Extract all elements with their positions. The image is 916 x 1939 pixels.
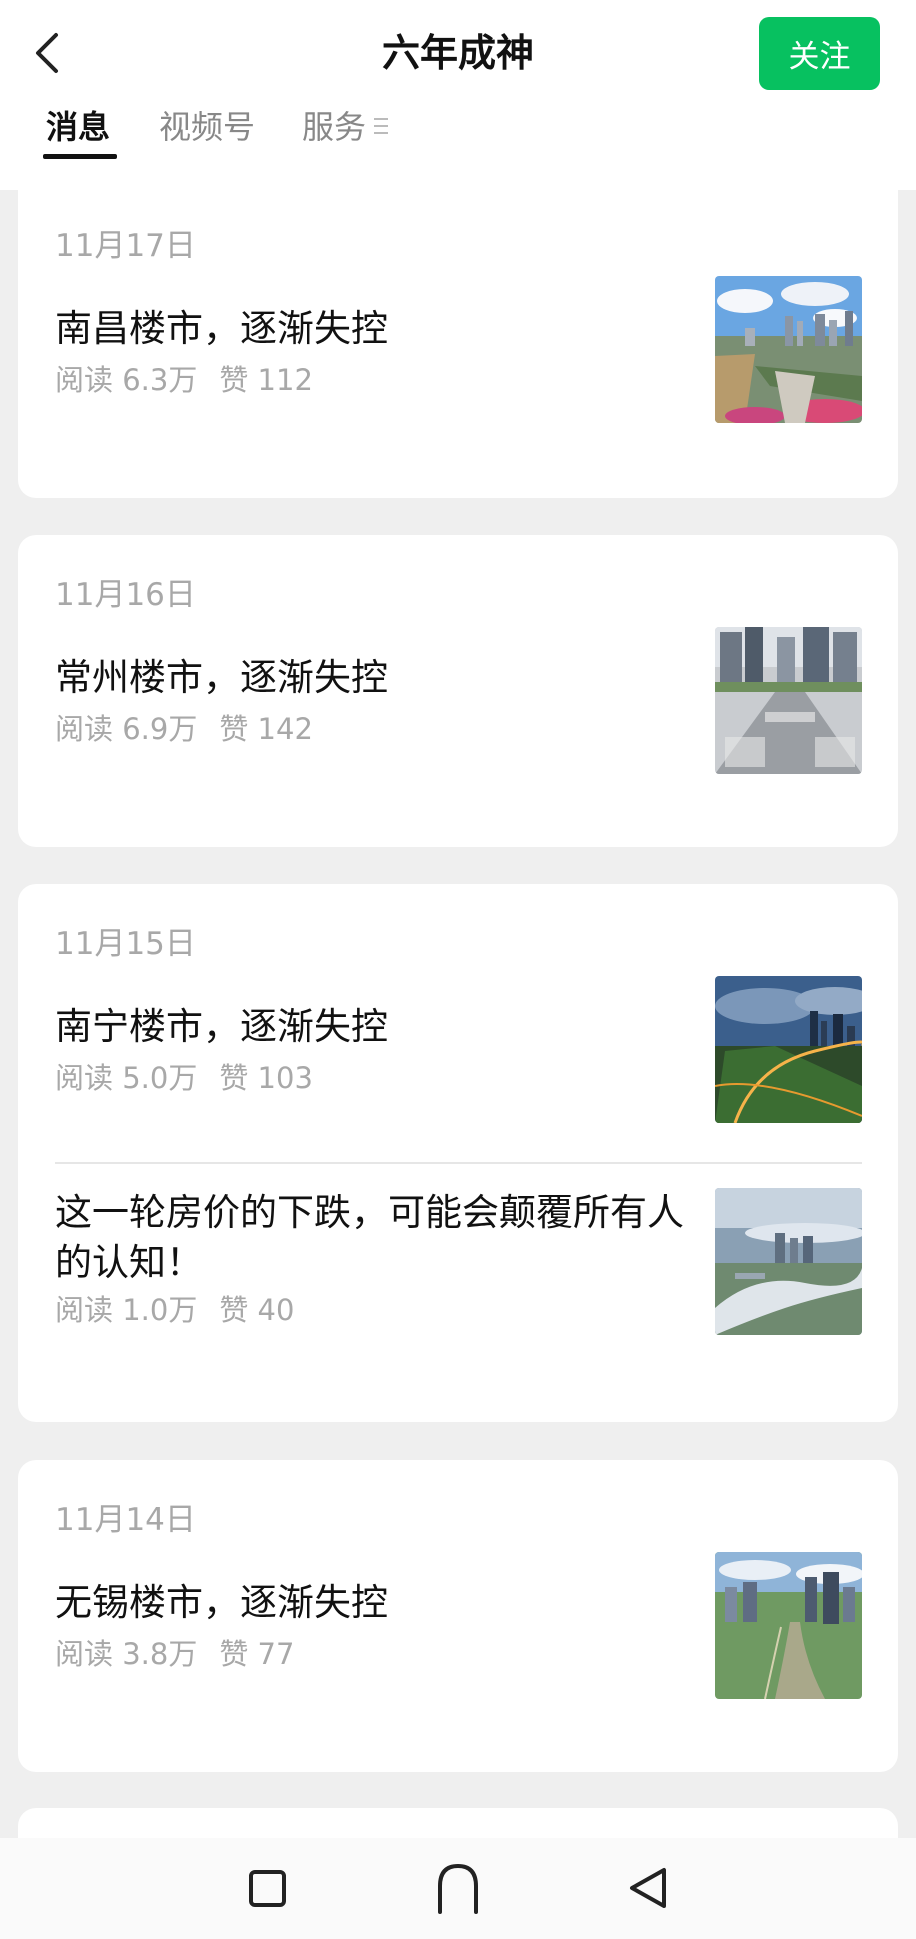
like-count: 赞 103 (219, 1061, 313, 1095)
tab-messages[interactable]: 消息 (43, 102, 117, 159)
article-title: 这一轮房价的下跌，可能会颠覆所有人的认知！ (55, 1191, 684, 1284)
menu-icon[interactable] (374, 118, 388, 136)
article-title: 常州楼市，逐渐失控 (55, 656, 388, 699)
article-item[interactable]: 这一轮房价的下跌，可能会颠覆所有人的认知！ 阅读 1.0万赞 40 (18, 1166, 898, 1406)
article-thumbnail (715, 1188, 862, 1335)
article-thumbnail (715, 1552, 862, 1699)
triangle-back-icon (630, 1868, 666, 1908)
like-count: 赞 77 (219, 1637, 295, 1671)
nav-recent-button[interactable] (237, 1858, 297, 1918)
article-stats: 阅读 3.8万赞 77 (55, 1634, 294, 1674)
active-tab-underline (43, 154, 117, 159)
article-stats: 阅读 1.0万赞 40 (55, 1290, 294, 1330)
article-item[interactable]: 无锡楼市，逐渐失控 阅读 3.8万赞 77 (18, 1520, 898, 1720)
nav-back-button[interactable] (618, 1858, 678, 1918)
tab-label: 消息 (46, 108, 111, 146)
article-title: 无锡楼市，逐渐失控 (55, 1581, 388, 1624)
square-icon (249, 1870, 286, 1907)
read-count: 阅读 1.0万 (55, 1293, 198, 1327)
read-count: 阅读 6.9万 (55, 712, 198, 746)
tab-channels[interactable]: 视频号 (159, 102, 255, 152)
read-count: 阅读 3.8万 (55, 1637, 198, 1671)
feed-card: 11月17日 南昌楼市，逐渐失控 阅读 6.3万赞 112 (18, 170, 898, 498)
top-bar: 六年成神 关注 消息 视频号 服务 (0, 0, 916, 190)
like-count: 赞 112 (219, 363, 313, 397)
article-thumbnail (715, 976, 862, 1123)
read-count: 阅读 5.0万 (55, 1061, 198, 1095)
article-title: 南宁楼市，逐渐失控 (55, 1005, 388, 1048)
feed-card: 11月14日 无锡楼市，逐渐失控 阅读 3.8万赞 77 (18, 1460, 898, 1772)
article-item[interactable]: 南宁楼市，逐渐失控 阅读 5.0万赞 103 (18, 944, 898, 1144)
like-count: 赞 142 (219, 712, 313, 746)
article-item[interactable]: 南昌楼市，逐渐失控 阅读 6.3万赞 112 (18, 240, 898, 440)
article-title: 南昌楼市，逐渐失控 (55, 307, 388, 350)
article-stats: 阅读 6.9万赞 142 (55, 709, 313, 749)
read-count: 阅读 6.3万 (55, 363, 198, 397)
article-thumbnail (715, 276, 862, 423)
system-nav-bar (0, 1838, 916, 1939)
like-count: 赞 40 (219, 1293, 295, 1327)
nav-home-button[interactable] (428, 1858, 488, 1918)
feed-card: 11月16日 常州楼市，逐渐失控 阅读 6.9万赞 142 (18, 535, 898, 847)
feed-card: 11月15日 南宁楼市，逐渐失控 阅读 5.0万赞 103 这一轮房价的下跌，可… (18, 884, 898, 1422)
article-stats: 阅读 5.0万赞 103 (55, 1058, 313, 1098)
article-stats: 阅读 6.3万赞 112 (55, 360, 313, 400)
arch-icon (438, 1863, 478, 1914)
article-item[interactable]: 常州楼市，逐渐失控 阅读 6.9万赞 142 (18, 595, 898, 795)
tab-services[interactable]: 服务 (302, 102, 366, 152)
article-thumbnail (715, 627, 862, 774)
divider (55, 1162, 862, 1164)
follow-button[interactable]: 关注 (759, 17, 880, 90)
